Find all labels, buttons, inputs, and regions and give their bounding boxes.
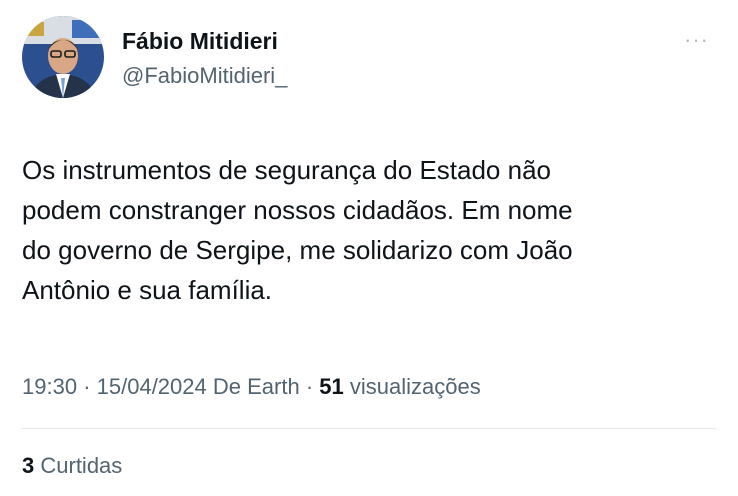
tweet-text: Os instrumentos de segurança do Estado n…: [22, 150, 722, 310]
tweet-date[interactable]: 15/04/2024: [97, 374, 207, 399]
tweet-text-line: podem constranger nossos cidadãos. Em no…: [22, 195, 573, 225]
meta-separator: ·: [83, 374, 97, 399]
likes-count: 3: [22, 453, 35, 478]
tweet-meta: 19:30 · 15/04/2024 De Earth · 51 visuali…: [22, 372, 481, 402]
tweet-source: De Earth: [212, 374, 300, 399]
views-count: 51: [319, 374, 344, 399]
author-handle[interactable]: @FabioMitidieri_: [122, 62, 287, 90]
author-name[interactable]: Fábio Mitidieri: [122, 26, 278, 56]
divider: [22, 428, 716, 429]
tweet-text-line: Os instrumentos de segurança do Estado n…: [22, 155, 551, 185]
tweet-text-line: Antônio e sua família.: [22, 275, 273, 305]
tweet-time[interactable]: 19:30: [22, 374, 77, 399]
avatar[interactable]: [22, 16, 104, 98]
likes-label: Curtidas: [40, 453, 123, 478]
tweet-text-line: do governo de Sergipe, me solidarizo com…: [22, 235, 573, 265]
more-options-icon[interactable]: ···: [684, 26, 709, 54]
views-label: visualizações: [349, 374, 481, 399]
likes-link[interactable]: 3 Curtidas: [22, 451, 122, 481]
meta-separator: ·: [305, 374, 320, 399]
